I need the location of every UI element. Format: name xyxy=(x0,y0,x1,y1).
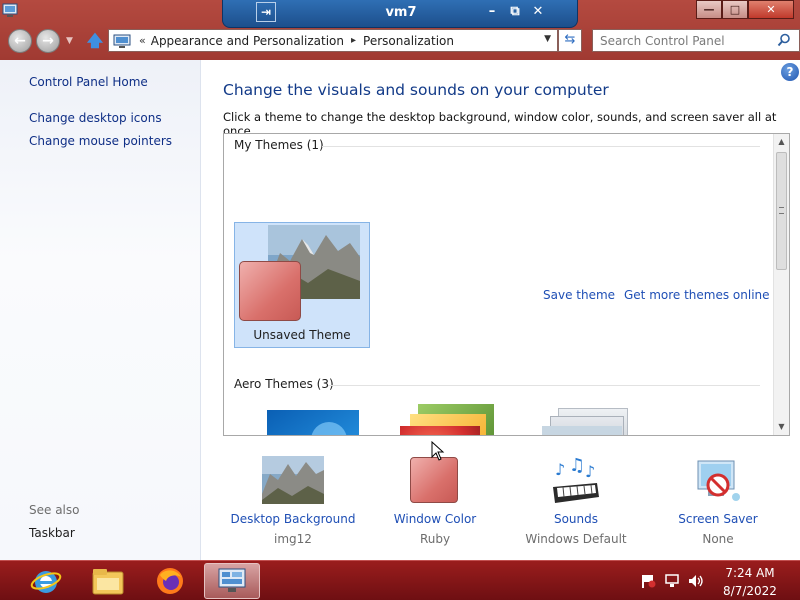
windows-wallpaper-icon xyxy=(267,410,359,435)
sidebar-change-mouse-pointers[interactable]: Change mouse pointers xyxy=(29,134,172,148)
forward-button[interactable]: → xyxy=(36,29,60,53)
flowers-wallpaper-front xyxy=(400,426,480,435)
address-bar[interactable]: « Appearance and Personalization ▸ Perso… xyxy=(108,29,558,52)
window-color-value: Ruby xyxy=(419,532,451,546)
sidebar: Control Panel Home Change desktop icons … xyxy=(0,60,201,560)
address-overflow-chevron[interactable]: « xyxy=(139,34,146,47)
taskbar-file-explorer[interactable] xyxy=(80,563,136,599)
scroll-grip-icon xyxy=(779,207,784,214)
group-divider xyxy=(328,385,760,386)
see-also-heading: See also xyxy=(29,503,80,517)
theme-list-scrollbar[interactable]: ▲ ▼ xyxy=(773,134,789,435)
window-controls: — □ ✕ xyxy=(696,0,794,20)
help-icon[interactable]: ? xyxy=(781,63,799,81)
system-tray xyxy=(640,574,704,588)
maximize-button[interactable]: □ xyxy=(722,0,748,19)
screen-saver-link[interactable]: Screen Saver xyxy=(643,512,793,526)
theme-color-swatch xyxy=(239,261,301,321)
control-panel-icon xyxy=(113,34,131,48)
vm-restore-button[interactable]: ⧉ xyxy=(506,3,524,21)
window-color-link[interactable]: Window Color xyxy=(360,512,510,526)
taskbar-firefox[interactable] xyxy=(142,563,198,599)
vm-close-button[interactable]: ✕ xyxy=(529,3,547,21)
clock-time: 7:24 AM xyxy=(725,566,775,580)
svg-text:♫: ♫ xyxy=(569,457,585,476)
breadcrumb-personalization[interactable]: Personalization xyxy=(363,34,454,48)
main-panel: ? Change the visuals and sounds on your … xyxy=(201,60,800,560)
clock[interactable]: 7:24 AM 8/7/2022 xyxy=(718,565,782,599)
clock-date: 8/7/2022 xyxy=(723,584,777,598)
action-center-flag-icon[interactable] xyxy=(640,574,656,588)
color-swatch-icon xyxy=(410,457,458,503)
desktop-background-value: img12 xyxy=(274,532,312,546)
minimize-button[interactable]: — xyxy=(696,0,722,19)
back-button[interactable]: ← xyxy=(8,29,32,53)
vm-minimize-button[interactable]: – xyxy=(483,3,501,21)
refresh-button[interactable]: ⇆ xyxy=(558,29,582,52)
taskbar: 7:24 AM 8/7/2022 xyxy=(0,560,800,600)
svg-text:♪: ♪ xyxy=(585,462,595,481)
pin-icon[interactable]: ⇥ xyxy=(256,2,276,22)
page-title: Change the visuals and sounds on your co… xyxy=(223,81,609,99)
file-explorer-icon xyxy=(92,569,124,595)
vm-title: vm7 xyxy=(385,5,417,20)
theme-list: My Themes (1) Unsaved Theme Save theme G… xyxy=(223,133,790,436)
taskbar-control-panel[interactable] xyxy=(204,563,260,599)
aero-theme-windows7[interactable] xyxy=(234,404,370,435)
screen-saver-icon xyxy=(697,460,740,501)
music-keyboard-icon: ♪ ♫ ♪ xyxy=(553,457,599,503)
breadcrumb-appearance[interactable]: Appearance and Personalization xyxy=(151,34,344,48)
control-panel-system-icon[interactable] xyxy=(2,2,18,18)
scroll-up-icon[interactable]: ▲ xyxy=(774,134,789,150)
network-icon[interactable] xyxy=(664,574,680,588)
internet-explorer-icon xyxy=(30,571,62,593)
sounds-link[interactable]: Sounds xyxy=(501,512,651,526)
group-divider xyxy=(322,146,760,147)
screen-saver-value: None xyxy=(702,532,734,546)
up-arrow-icon[interactable]: 🡅 xyxy=(86,30,104,50)
theme-label: Unsaved Theme xyxy=(253,328,351,342)
close-button[interactable]: ✕ xyxy=(748,0,794,19)
control-panel-icon xyxy=(218,568,246,592)
theme-tile-unsaved[interactable]: Unsaved Theme xyxy=(234,222,370,348)
vm-connection-bar: ⇥ vm7 – ⧉ ✕ xyxy=(222,0,578,28)
scroll-down-icon[interactable]: ▼ xyxy=(774,419,789,435)
save-theme-link[interactable]: Save theme xyxy=(543,288,615,302)
landscape-wallpaper-front xyxy=(542,426,622,435)
firefox-icon xyxy=(157,568,183,594)
get-more-themes-link[interactable]: Get more themes online xyxy=(624,288,770,302)
aero-themes-heading: Aero Themes (3) xyxy=(234,377,334,391)
search-box xyxy=(592,29,800,52)
sounds-value: Windows Default xyxy=(525,532,627,546)
scroll-thumb[interactable] xyxy=(776,152,787,270)
sidebar-control-panel-home[interactable]: Control Panel Home xyxy=(29,75,148,89)
address-dropdown-icon[interactable]: ▼ xyxy=(544,34,551,44)
sidebar-taskbar-link[interactable]: Taskbar xyxy=(29,526,75,540)
landscape-thumbnail-icon xyxy=(262,456,324,504)
volume-icon[interactable] xyxy=(688,574,704,588)
search-input[interactable] xyxy=(600,31,770,51)
aero-theme-landscapes[interactable] xyxy=(506,404,642,435)
breadcrumb-separator-icon[interactable]: ▸ xyxy=(351,35,356,46)
recent-pages-dropdown-icon[interactable]: ▼ xyxy=(66,36,73,46)
search-icon[interactable] xyxy=(777,33,791,47)
svg-text:♪: ♪ xyxy=(555,460,565,479)
aero-theme-flowers[interactable] xyxy=(370,404,506,435)
taskbar-internet-explorer[interactable] xyxy=(18,563,74,599)
sidebar-change-desktop-icons[interactable]: Change desktop icons xyxy=(29,111,162,125)
my-themes-heading: My Themes (1) xyxy=(234,138,324,152)
mouse-cursor-icon xyxy=(431,441,445,461)
desktop-background-link[interactable]: Desktop Background xyxy=(218,512,368,526)
